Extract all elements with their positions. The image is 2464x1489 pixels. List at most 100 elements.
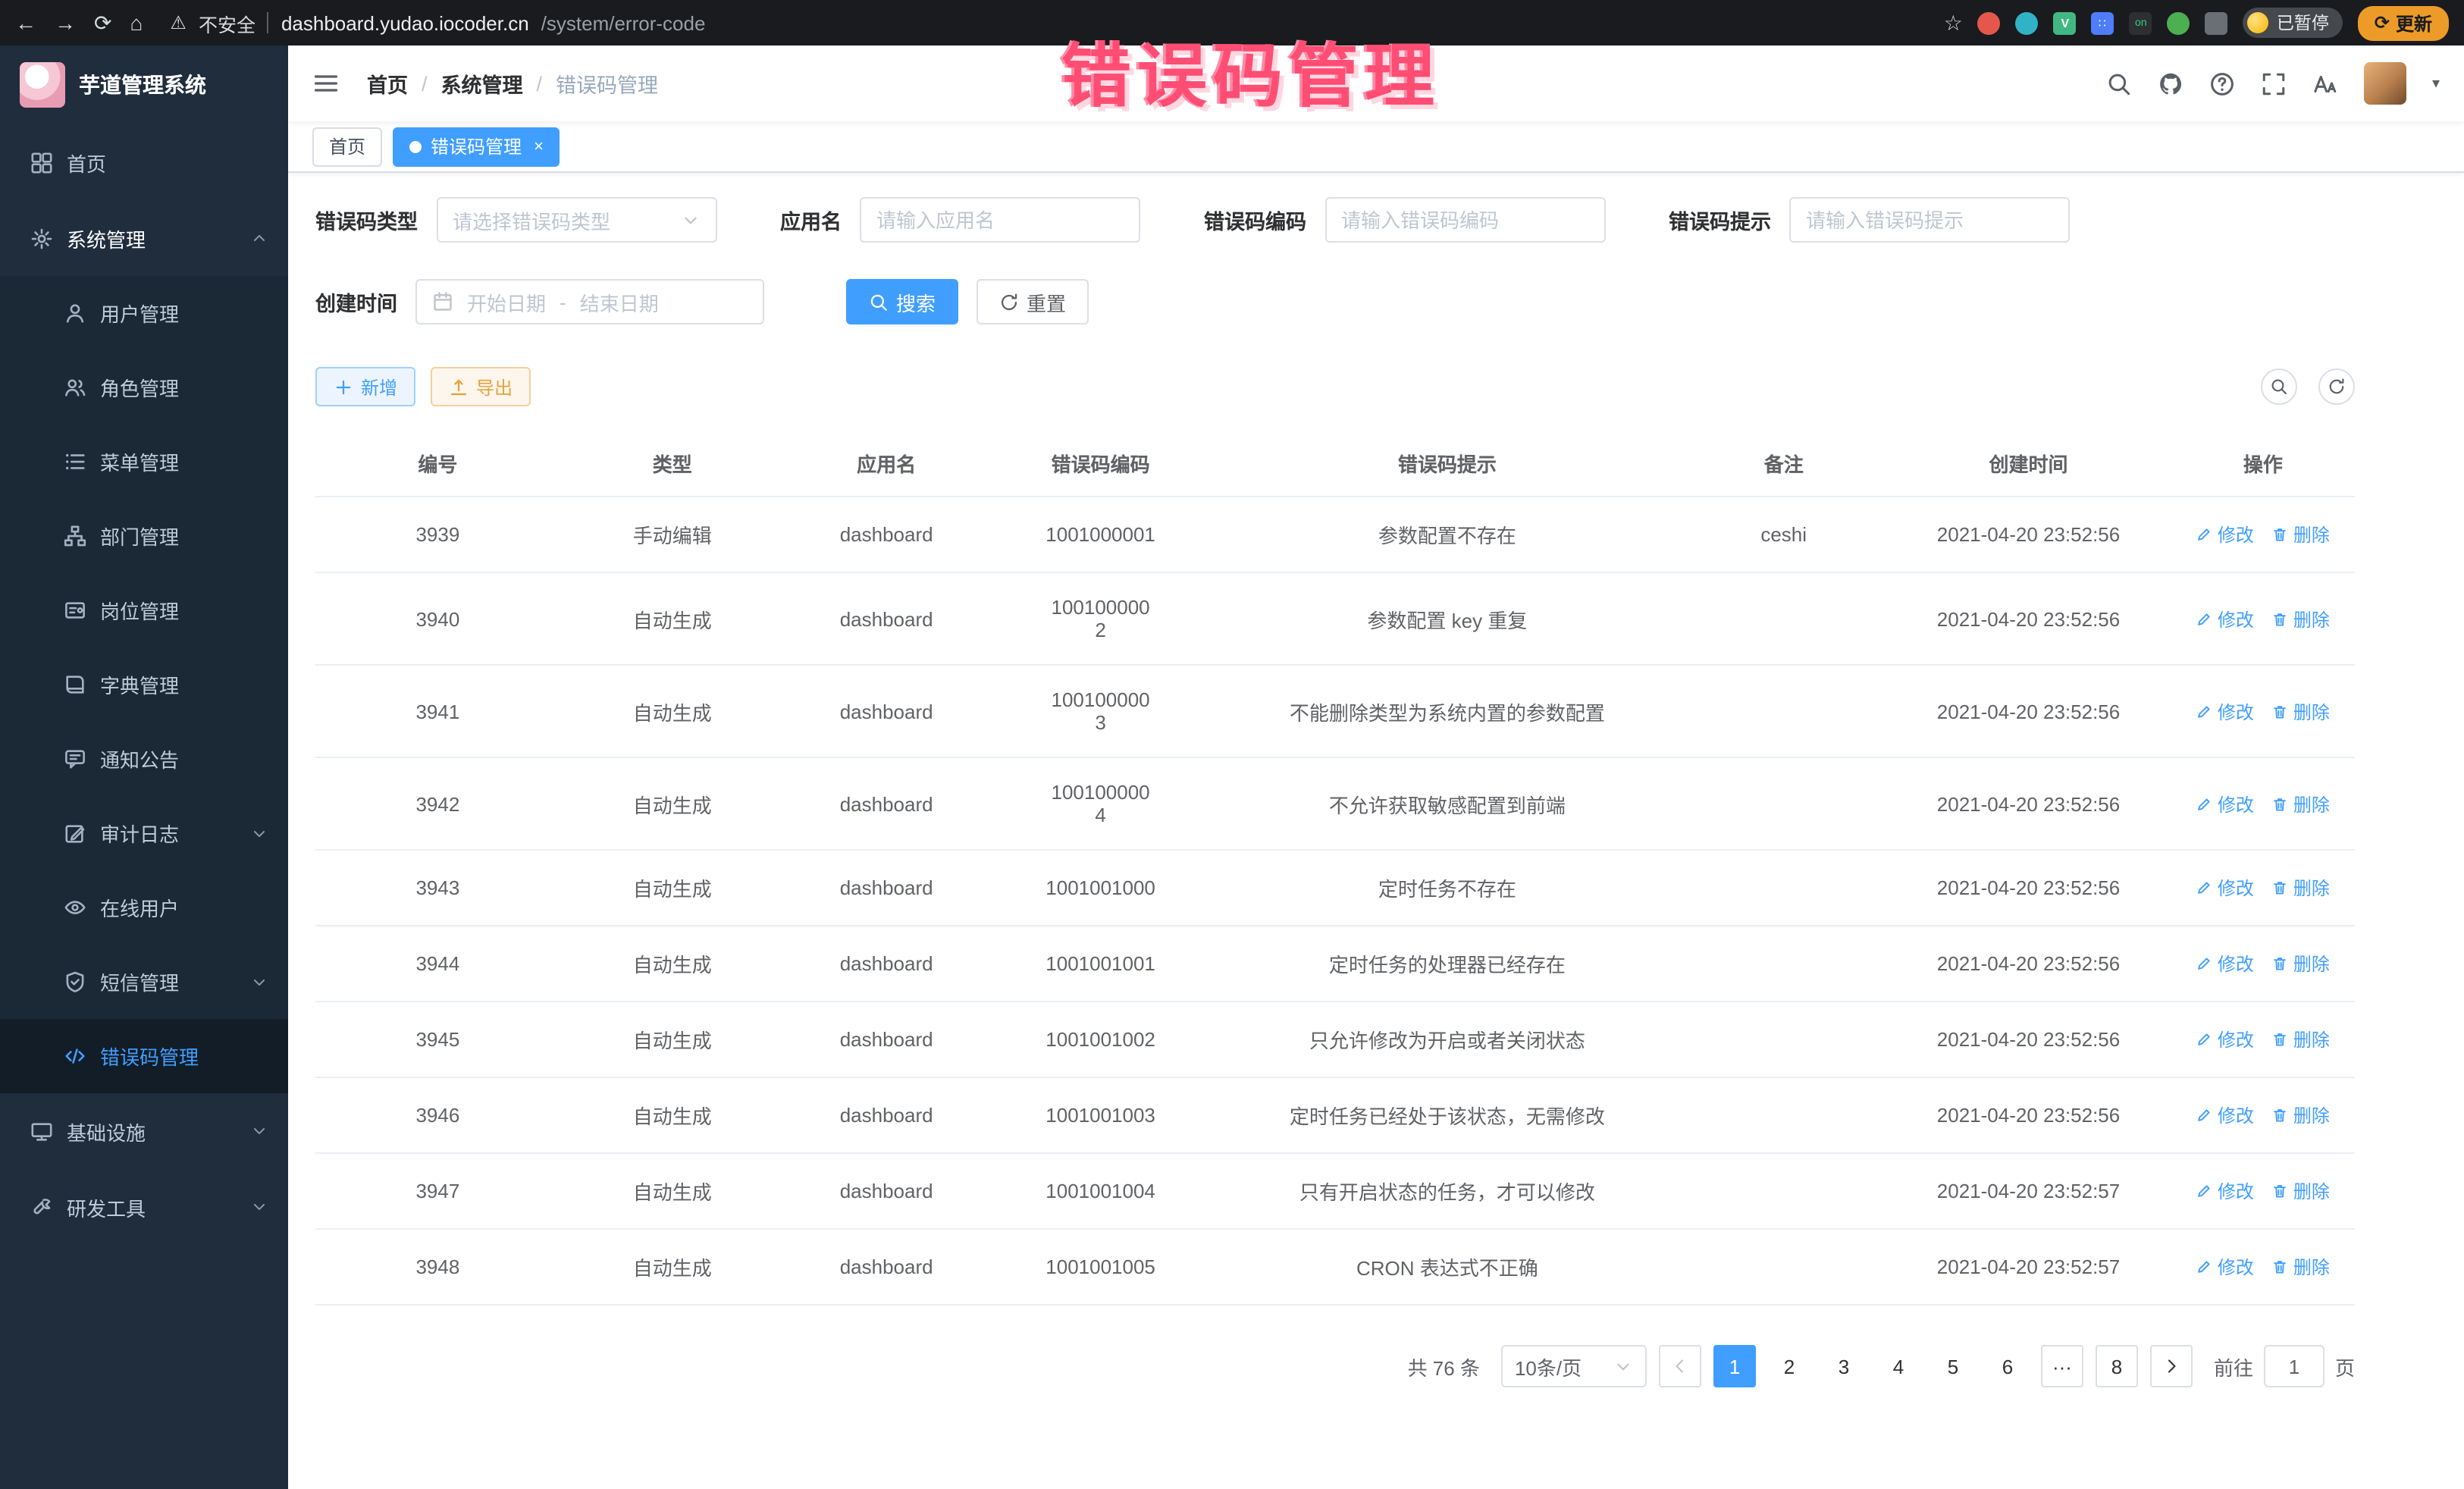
hamburger-icon[interactable] [312,70,340,97]
sidebar-item-online-users[interactable]: 在线用户 [0,870,288,945]
refresh-table-button[interactable] [2318,368,2355,405]
toggle-search-button[interactable] [2261,368,2297,405]
delete-link[interactable]: 删除 [2272,698,2330,724]
extension-on-icon[interactable]: on [2130,11,2152,34]
search-icon[interactable] [2106,71,2132,96]
reload-icon[interactable]: ⟳ [94,10,111,36]
edit-link[interactable]: 修改 [2196,951,2254,976]
sidebar-item-dev-tools[interactable]: 研发工具 [0,1169,288,1245]
pencil-icon [2196,1107,2213,1124]
edit-link[interactable]: 修改 [2196,1254,2254,1280]
tab-home[interactable]: 首页 [312,127,382,166]
sidebar-item-role-management[interactable]: 角色管理 [0,350,288,425]
search-button[interactable]: 搜索 [846,279,958,324]
sidebar-item-sms-management[interactable]: 短信管理 [0,945,288,1019]
error-type-select[interactable]: 请选择错误码类型 [436,197,716,243]
edit-link[interactable]: 修改 [2196,791,2254,817]
delete-link[interactable]: 删除 [2272,791,2330,817]
forward-icon[interactable]: → [55,11,76,35]
edit-link[interactable]: 修改 [2196,698,2254,724]
extension-grid-icon[interactable]: ∷ [2092,11,2114,34]
sidebar-item-dept-management[interactable]: 部门管理 [0,499,288,573]
close-icon[interactable]: × [534,137,544,155]
vue-devtools-icon[interactable]: V [2054,11,2077,34]
page-button-5[interactable]: 5 [1932,1345,1974,1387]
page-button-6[interactable]: 6 [1986,1345,2029,1387]
logo[interactable]: 芋道管理系统 [0,45,288,124]
update-button[interactable]: ⟳ 更新 [2358,5,2449,40]
caret-down-icon[interactable]: ▾ [2432,75,2440,92]
date-range-picker[interactable]: 开始日期 - 结束日期 [415,279,764,324]
page-button-8[interactable]: 8 [2096,1345,2138,1387]
export-button[interactable]: 导出 [431,367,531,406]
page-button-1[interactable]: 1 [1713,1345,1756,1387]
page-button-4[interactable]: 4 [1877,1345,1920,1387]
goto-page-input[interactable] [2264,1345,2324,1387]
chevron-down-icon [250,824,268,842]
page-button-2[interactable]: 2 [1768,1345,1810,1387]
prev-page-button[interactable] [1659,1345,1701,1387]
chevron-down-icon [250,973,268,991]
sidebar-item-post-management[interactable]: 岗位管理 [0,573,288,647]
error-hint-input[interactable] [1789,197,2070,243]
pencil-icon [2196,879,2213,896]
font-size-icon[interactable] [2312,71,2338,96]
filter-error-type: 错误码类型 请选择错误码类型 [315,197,716,243]
delete-link[interactable]: 删除 [2272,606,2330,632]
page-size-select[interactable]: 10条/页 [1501,1345,1647,1387]
breadcrumb-item[interactable]: 首页 [367,68,408,99]
address-bar[interactable]: ⚠ 不安全 dashboard.yudao.iocoder.cn/system/… [170,8,705,37]
delete-link[interactable]: 删除 [2272,1178,2330,1204]
next-page-button[interactable] [2150,1345,2193,1387]
delete-link[interactable]: 删除 [2272,1027,2330,1052]
edit-link[interactable]: 修改 [2196,606,2254,632]
fullscreen-icon[interactable] [2261,71,2287,96]
extension-green-icon[interactable] [2168,11,2190,34]
reset-button[interactable]: 重置 [977,279,1089,324]
delete-link[interactable]: 删除 [2272,522,2330,547]
app-name-input[interactable] [860,197,1140,243]
delete-link[interactable]: 删除 [2272,1102,2330,1128]
table-row: 3940自动生成dashboard1001000002参数配置 key 重复20… [315,572,2355,665]
delete-link[interactable]: 删除 [2272,951,2330,976]
tab-label: 错误码管理 [431,133,522,159]
extension-red-icon[interactable] [1978,11,2001,34]
help-icon[interactable] [2209,71,2235,96]
sidebar-item-infrastructure[interactable]: 基础设施 [0,1093,288,1169]
page-button-3[interactable]: 3 [1823,1345,1865,1387]
tab-error-code[interactable]: 错误码管理 × [393,127,560,166]
extensions-puzzle-icon[interactable] [2205,11,2228,34]
cell-remark [1682,850,1886,926]
sidebar-item-system-management[interactable]: 系统管理 [0,200,288,276]
bookmark-star-icon[interactable]: ☆ [1944,10,1963,36]
search-button-icon [869,292,889,312]
edit-link[interactable]: 修改 [2196,1102,2254,1128]
profile-chip[interactable]: 已暂停 [2243,8,2343,38]
sidebar-item-audit-log[interactable]: 审计日志 [0,796,288,870]
home-icon-browser[interactable]: ⌂ [130,11,143,35]
back-icon[interactable]: ← [15,11,36,35]
extension-teal-icon[interactable] [2016,11,2039,34]
breadcrumb-item[interactable]: 系统管理 [441,68,523,99]
user-avatar[interactable] [2364,62,2406,105]
add-button[interactable]: 新增 [315,367,415,406]
edit-link[interactable]: 修改 [2196,1178,2254,1204]
delete-link[interactable]: 删除 [2272,875,2330,901]
sidebar-item-error-code-management[interactable]: 错误码管理 [0,1019,288,1093]
edit-link[interactable]: 修改 [2196,875,2254,901]
edit-link[interactable]: 修改 [2196,1027,2254,1052]
sidebar-item-user-management[interactable]: 用户管理 [0,276,288,350]
table-row: 3939手动编辑dashboard1001000001参数配置不存在ceshi2… [315,497,2355,572]
error-code-input[interactable] [1324,197,1605,243]
chevron-right-icon [2162,1357,2180,1375]
edit-link[interactable]: 修改 [2196,522,2254,547]
github-icon[interactable] [2158,71,2183,96]
sidebar-item-notice-management[interactable]: 通知公告 [0,722,288,796]
sidebar-item-home[interactable]: 首页 [0,124,288,200]
delete-link[interactable]: 删除 [2272,1254,2330,1280]
chevron-down-icon [250,1122,268,1140]
sidebar-item-label: 用户管理 [100,299,179,328]
sidebar-item-dict-management[interactable]: 字典管理 [0,647,288,722]
page-ellipsis[interactable]: ··· [2041,1345,2083,1387]
sidebar-item-menu-management[interactable]: 菜单管理 [0,425,288,499]
